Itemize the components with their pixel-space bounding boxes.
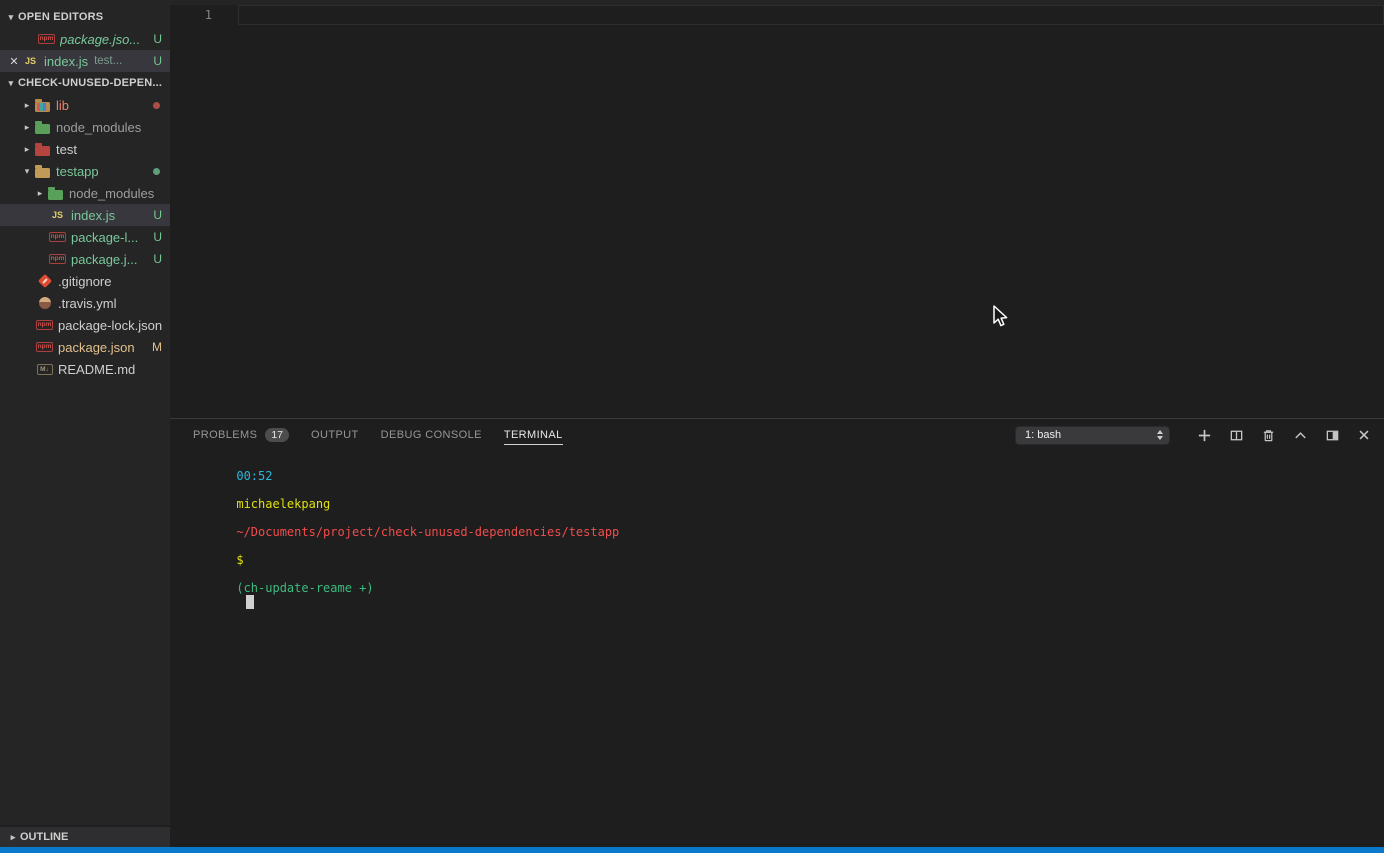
chevron-right-icon: ▸	[37, 187, 43, 198]
tree-item-node-modules[interactable]: ▸ node_modules	[0, 116, 170, 138]
npm-icon: npm	[49, 254, 66, 264]
close-panel-icon[interactable]	[1356, 427, 1372, 443]
select-arrows-icon	[1157, 430, 1163, 440]
tree-item-testapp[interactable]: ▾ testapp	[0, 160, 170, 182]
open-editors-header[interactable]: ▾ OPEN EDITORS	[0, 6, 170, 28]
chevron-down-icon: ▾	[8, 11, 14, 22]
open-folder-icon	[34, 163, 51, 179]
git-status-badge: M	[152, 340, 162, 354]
outline-section-header[interactable]: ▸ OUTLINE	[0, 827, 170, 847]
project-name: CHECK-UNUSED-DEPEN...	[18, 77, 163, 89]
open-editors-title: OPEN EDITORS	[18, 11, 104, 23]
tree-item-test[interactable]: ▸ test	[0, 138, 170, 160]
git-status-badge: U	[153, 54, 162, 68]
travis-ci-icon	[36, 295, 53, 311]
chevron-right-icon: ▸	[24, 121, 30, 132]
node-modules-folder-icon	[47, 185, 64, 201]
tree-item-index-js[interactable]: JS index.js U	[0, 204, 170, 226]
panel-actions: 1: bash	[1015, 419, 1384, 451]
npm-icon: npm	[38, 34, 55, 44]
open-editor-item-index-js[interactable]: ✕ JS index.js test... U	[0, 50, 170, 72]
tree-item-package-json[interactable]: npm package.json M	[0, 336, 170, 358]
tree-item-gitignore[interactable]: .gitignore	[0, 270, 170, 292]
lib-folder-icon	[34, 97, 51, 113]
chevron-down-icon: ▾	[8, 77, 14, 88]
chevron-right-icon: ▸	[24, 99, 30, 110]
tree-item-nested-node-modules[interactable]: ▸ node_modules	[0, 182, 170, 204]
tree-item-lib[interactable]: ▸ lib	[0, 94, 170, 116]
node-modules-folder-icon	[34, 119, 51, 135]
git-status-badge: U	[153, 208, 162, 222]
js-icon: JS	[24, 56, 36, 66]
open-editor-label: package.jso...	[60, 31, 141, 47]
terminal-time: 00:52	[236, 469, 273, 483]
maximize-panel-chevron-icon[interactable]	[1292, 427, 1308, 443]
git-status-badge: U	[153, 252, 162, 266]
split-terminal-icon[interactable]	[1228, 427, 1244, 443]
chevron-down-icon: ▾	[24, 165, 30, 176]
line-number: 1	[204, 8, 212, 22]
close-icon[interactable]: ✕	[6, 55, 22, 68]
panel-tabs: PROBLEMS 17 OUTPUT DEBUG CONSOLE TERMINA…	[193, 419, 563, 451]
kill-terminal-trash-icon[interactable]	[1260, 427, 1276, 443]
status-bar	[0, 847, 1384, 853]
npm-icon: npm	[36, 342, 53, 352]
git-status-badge: U	[153, 32, 162, 46]
open-editor-folder-description: test...	[94, 55, 123, 67]
editor-area[interactable]: 1	[170, 0, 1384, 418]
tab-problems[interactable]: PROBLEMS 17	[193, 428, 290, 442]
outline-title: OUTLINE	[20, 831, 69, 843]
current-line-highlight	[238, 5, 1384, 25]
npm-icon: npm	[36, 320, 53, 330]
new-terminal-icon[interactable]	[1196, 427, 1212, 443]
bottom-panel: PROBLEMS 17 OUTPUT DEBUG CONSOLE TERMINA…	[170, 418, 1384, 847]
npm-icon: npm	[49, 232, 66, 242]
terminal-path: ~/Documents/project/check-unused-depende…	[236, 525, 620, 539]
terminal-prompt-line[interactable]: 00:52 michaelekpang ~/Documents/project/…	[193, 455, 619, 624]
open-editor-item-package-json[interactable]: npm package.jso... U	[0, 28, 170, 50]
tree-item-package-json-nested[interactable]: npm package.j... U	[0, 248, 170, 270]
terminal-shell-select[interactable]: 1: bash	[1015, 425, 1170, 445]
tab-debug-console[interactable]: DEBUG CONSOLE	[381, 429, 482, 441]
open-editor-label: index.js	[44, 53, 89, 69]
tab-output[interactable]: OUTPUT	[311, 429, 359, 441]
tab-terminal[interactable]: TERMINAL	[503, 429, 563, 445]
terminal-user: michaelekpang	[236, 497, 331, 511]
shell-select-value: 1: bash	[1025, 429, 1062, 441]
tree-item-package-lock-json[interactable]: npm package-lock.json	[0, 314, 170, 336]
test-folder-icon	[34, 141, 51, 157]
explorer-section-header[interactable]: ▾ CHECK-UNUSED-DEPEN...	[0, 72, 170, 94]
git-dot-badge	[153, 168, 160, 175]
js-icon: JS	[51, 210, 63, 220]
markdown-icon: M↓	[36, 361, 53, 377]
git-icon	[36, 273, 53, 289]
chevron-right-icon: ▸	[10, 831, 16, 842]
vscode-window: ▾ OPEN EDITORS npm package.jso... U ✕ JS…	[0, 0, 1384, 853]
problems-count-badge: 17	[265, 428, 290, 442]
tree-item-package-lock-nested[interactable]: npm package-l... U	[0, 226, 170, 248]
git-status-badge: U	[153, 230, 162, 244]
chevron-right-icon: ▸	[24, 143, 30, 154]
move-panel-icon[interactable]	[1324, 427, 1340, 443]
tree-item-travis-yml[interactable]: .travis.yml	[0, 292, 170, 314]
error-dot-badge	[153, 102, 160, 109]
terminal-prompt-symbol: $	[236, 553, 244, 567]
terminal-cursor	[246, 595, 255, 609]
tree-item-readme-md[interactable]: M↓ README.md	[0, 358, 170, 380]
sidebar: ▾ OPEN EDITORS npm package.jso... U ✕ JS…	[0, 0, 170, 847]
terminal-git-status: (ch-update-reame +)	[236, 581, 374, 595]
